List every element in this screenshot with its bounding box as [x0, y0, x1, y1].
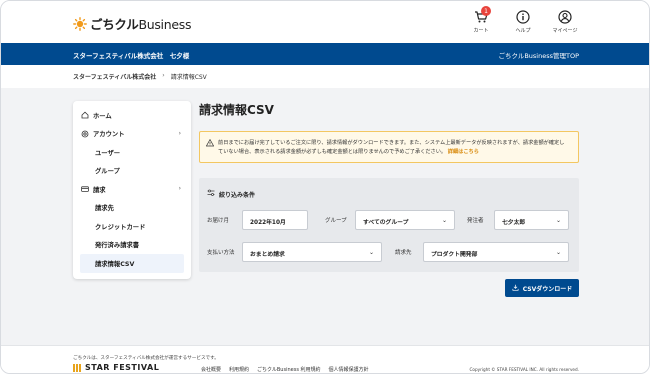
notice-details-link[interactable]: 詳細はこちら: [448, 149, 479, 155]
card-icon: [81, 185, 89, 193]
footer-link-company[interactable]: 会社概要: [201, 366, 221, 373]
company-name: スターフェスティバル株式会社 七夕様: [73, 52, 190, 60]
payment-method-select[interactable]: おまとめ請求 ⌄: [242, 242, 382, 262]
sidebar-item-label: 請求: [93, 186, 106, 194]
footer-links: 会社概要 利用規約 ごちクルBusiness 利用規約 個人情報保護方針: [201, 366, 369, 373]
sidebar-item-label: 発行済み請求書: [95, 242, 140, 250]
brand-sub-text: Business: [138, 17, 192, 32]
sidebar-item-label: クレジットカード: [95, 223, 146, 231]
footer-link-privacy[interactable]: 個人情報保護方針: [329, 366, 369, 373]
sidebar-item-issued-invoices[interactable]: 発行済み請求書: [73, 236, 191, 255]
top-header: ごちクルBusiness 1 カート ヘルプ マイページ: [1, 1, 649, 43]
chevron-right-icon: ›: [178, 185, 181, 192]
brand-main-text: ごちクル: [90, 17, 139, 32]
cart-count-badge: 1: [481, 6, 491, 16]
footer-link-business-terms[interactable]: ごちクルBusiness 利用規約: [257, 366, 321, 373]
delivery-month-label: お届け月: [207, 218, 230, 224]
filter-panel: 絞り込み条件 お届け月 2022年10月 グループ すべてのグループ ⌄ 発注者…: [199, 178, 579, 272]
copyright: Copyright © STAR FESTIVAL INC. All right…: [469, 367, 580, 372]
brand-name: ごちクルBusiness: [90, 14, 191, 33]
filter-title: 絞り込み条件: [207, 189, 255, 199]
payment-method-label: 支払い方法: [207, 250, 235, 256]
orderer-label: 発注者: [467, 218, 484, 224]
footer-note: ごちクルは、スターフェスティバル株式会社が運営するサービスです。: [73, 356, 219, 361]
breadcrumb-separator: ›: [162, 72, 165, 79]
csv-download-label: CSVダウンロード: [522, 285, 573, 293]
sidebar-item-groups[interactable]: グループ: [73, 162, 191, 181]
group-label: グループ: [325, 218, 347, 224]
star-festival-mark-icon: [73, 363, 81, 372]
info-icon: [516, 10, 530, 24]
sidebar-item-label: 請求先: [95, 205, 114, 213]
sun-logo-icon: [73, 16, 87, 31]
help-button[interactable]: ヘルプ: [509, 10, 537, 34]
cart-button[interactable]: 1 カート: [467, 6, 495, 34]
chevron-down-icon: ⌄: [441, 217, 447, 224]
footer-link-terms[interactable]: 利用規約: [229, 366, 249, 373]
cart-label: カート: [473, 28, 489, 34]
sidebar-item-billing-csv[interactable]: 請求情報CSV: [80, 254, 184, 273]
chevron-down-icon: ⌄: [555, 249, 561, 256]
star-festival-logo-text: STAR FESTIVAL: [85, 363, 160, 372]
gear-icon: [81, 130, 89, 138]
user-icon: [558, 10, 572, 24]
sidebar-item-label: ホーム: [93, 112, 112, 120]
billing-destination-label: 請求先: [395, 250, 412, 256]
sidebar-item-home[interactable]: ホーム: [73, 106, 191, 125]
sidebar-item-users[interactable]: ユーザー: [73, 143, 191, 162]
payment-method-value: おまとめ請求: [250, 252, 285, 258]
orderer-value: 七夕太郎: [502, 220, 526, 226]
billing-destination-value: プロダクト開発部: [431, 252, 478, 258]
sidebar-item-billing[interactable]: 請求 ›: [73, 180, 191, 199]
gochikuru-business-logo[interactable]: ごちクルBusiness: [73, 14, 191, 33]
warning-icon: [205, 138, 215, 147]
chevron-right-icon: ›: [178, 129, 181, 137]
help-label: ヘルプ: [515, 28, 531, 34]
sidebar-item-label: ユーザー: [95, 149, 121, 157]
delivery-month-value: 2022年10月: [250, 220, 286, 226]
mypage-label: マイページ: [552, 28, 578, 34]
header-actions: 1 カート ヘルプ マイページ: [467, 6, 579, 34]
billing-destination-select[interactable]: プロダクト開発部 ⌄: [423, 242, 569, 262]
orderer-select[interactable]: 七夕太郎 ⌄: [494, 210, 569, 230]
breadcrumb-root-link[interactable]: スターフェスティバル株式会社: [73, 72, 156, 81]
footer: ごちクルは、スターフェスティバル株式会社が運営するサービスです。 STAR FE…: [1, 345, 649, 373]
notice-text: 前日までにお届け完了しているご注文に限り、請求情報がダウンロードできます。また、…: [218, 140, 565, 155]
filter-icon: [207, 189, 215, 199]
filter-title-text: 絞り込み条件: [219, 191, 256, 199]
chevron-down-icon: ⌄: [555, 217, 561, 224]
sidebar-item-credit-card[interactable]: クレジットカード: [73, 217, 191, 236]
group-value: すべてのグループ: [363, 220, 409, 226]
csv-download-button[interactable]: CSVダウンロード: [505, 279, 579, 297]
mypage-button[interactable]: マイページ: [551, 10, 579, 34]
breadcrumb: スターフェスティバル株式会社 › 請求情報CSV: [73, 72, 207, 81]
sidebar-item-billing-destination[interactable]: 請求先: [73, 199, 191, 218]
notice-box: 前日までにお届け完了しているご注文に限り、請求情報がダウンロードできます。また、…: [199, 131, 579, 163]
sidebar-item-account[interactable]: アカウント ›: [73, 125, 191, 144]
sidebar-item-label: 請求情報CSV: [95, 260, 135, 268]
admin-top-link[interactable]: ごちクルBusiness管理TOP: [499, 50, 579, 60]
breadcrumb-current: 請求情報CSV: [170, 74, 207, 81]
sidebar-item-label: グループ: [95, 168, 120, 176]
sidebar-nav: ホーム アカウント › ユーザー グループ 請求 › 請求先 クレジットカード: [73, 101, 191, 279]
page-title: 請求情報CSV: [199, 103, 274, 117]
chevron-down-icon: ⌄: [368, 249, 374, 256]
app-window: ごちクルBusiness 1 カート ヘルプ マイページ スターフェスティバル株…: [0, 0, 650, 374]
company-bar: スターフェスティバル株式会社 七夕様 ごちクルBusiness管理TOP: [1, 43, 649, 65]
star-festival-logo[interactable]: STAR FESTIVAL: [73, 363, 159, 372]
download-icon: [512, 284, 519, 293]
home-icon: [81, 111, 89, 119]
group-select[interactable]: すべてのグループ ⌄: [355, 210, 455, 230]
delivery-month-input[interactable]: 2022年10月: [242, 210, 308, 230]
sidebar-item-label: アカウント: [93, 131, 125, 139]
